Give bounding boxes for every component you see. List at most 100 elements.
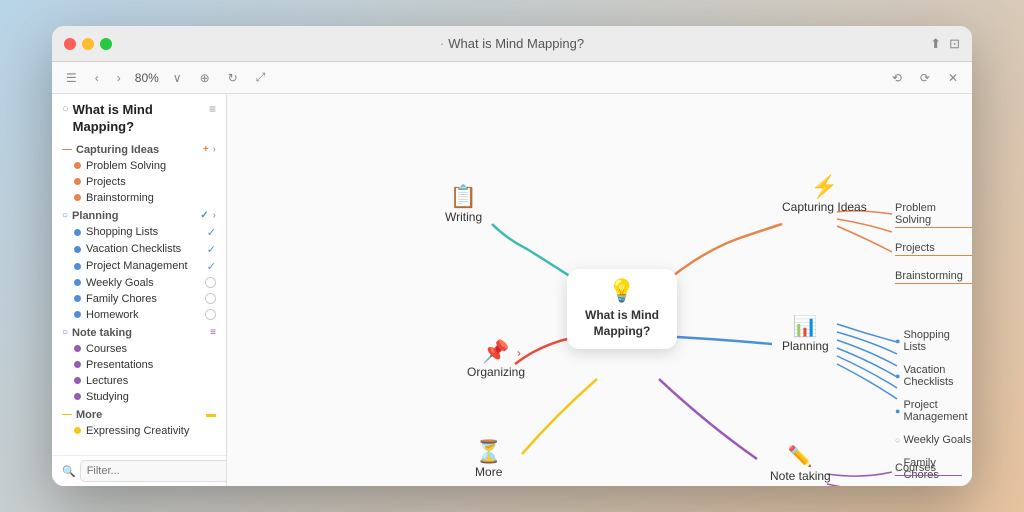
check-icon: ✓ [207, 260, 216, 273]
note-taking-icon: ✏️ [788, 444, 813, 469]
check-icon: ✓ [207, 226, 216, 239]
list-item[interactable]: Vacation Checklists ✓ [52, 241, 226, 258]
planning-label: Planning [782, 339, 829, 353]
add-page-button[interactable]: ⊕ [196, 69, 214, 87]
section-icon[interactable]: ≡ [210, 327, 216, 338]
list-item[interactable]: Presentations [52, 357, 226, 373]
canvas-area[interactable]: 💡 What is Mind Mapping? 📋 Writing ⚡ Capt… [227, 94, 972, 486]
section-collapse-icon[interactable]: ○ [62, 327, 68, 338]
sidebar-toggle-button[interactable]: ☰ [62, 69, 81, 87]
list-item[interactable]: Homework [52, 307, 226, 323]
section-add-icon[interactable]: + [203, 144, 209, 155]
list-item[interactable]: Problem Solving [52, 158, 226, 174]
circle-icon [205, 293, 216, 304]
section-planning: ○ Planning ✓ › [52, 206, 226, 224]
share-icon[interactable]: ⬆ [930, 36, 941, 52]
section-collapse-icon[interactable]: — [62, 409, 72, 420]
sidebar-title: What is Mind Mapping? [73, 102, 209, 136]
section-label-note-taking: Note taking [72, 327, 132, 339]
section-more-icon[interactable]: › [213, 210, 216, 221]
list-item[interactable]: Projects [52, 174, 226, 190]
list-item[interactable]: Project Management ✓ [52, 258, 226, 275]
sidebar: ○ What is Mind Mapping? ≡ — Capturing Id… [52, 94, 227, 486]
section-label-more: More [76, 409, 102, 421]
section-add-icon[interactable]: ✓ [200, 210, 208, 221]
note-taking-label: Note taking [770, 469, 831, 483]
forward-button[interactable]: › [113, 69, 125, 87]
traffic-lights [64, 38, 112, 50]
section-more: — More ▬ [52, 405, 226, 423]
minimize-button[interactable] [82, 38, 94, 50]
item-dot [74, 393, 81, 400]
item-label: Shopping Lists [86, 226, 158, 238]
leaf-item: Problem Solving [895, 202, 972, 228]
search-input[interactable] [80, 460, 227, 482]
item-label: Family Chores [86, 293, 157, 305]
section-more-icon[interactable]: › [213, 144, 216, 155]
redo-button[interactable]: ⟳ [916, 69, 934, 87]
item-dot [74, 311, 81, 318]
sidebar-footer: 🔍 ⊙ [52, 455, 226, 486]
refresh-button[interactable]: ↻ [224, 69, 242, 87]
item-label: Presentations [86, 359, 153, 371]
zoom-level: 80% [135, 71, 159, 85]
planning-dot: ● [895, 336, 900, 346]
sidebar-menu-icon[interactable]: ≡ [209, 102, 216, 116]
window-title: · What is Mind Mapping? [440, 36, 584, 51]
titlebar-actions: ⬆ ⊡ [930, 36, 960, 52]
item-dot [74, 427, 81, 434]
list-item[interactable]: Lectures [52, 373, 226, 389]
list-item[interactable]: Brainstorming [52, 190, 226, 206]
section-icon[interactable]: ▬ [206, 409, 216, 420]
capturing-label: Capturing Ideas [782, 200, 867, 214]
item-dot [74, 361, 81, 368]
list-item[interactable]: Studying [52, 389, 226, 405]
section-collapse-icon[interactable]: ○ [62, 210, 68, 221]
more-label: More [475, 465, 502, 479]
leaf-item: ● Vacation Checklists [895, 364, 972, 388]
leaf-item: ○ Weekly Goals [895, 434, 972, 446]
central-icon: 💡 [608, 278, 635, 304]
item-dot [74, 229, 81, 236]
sidebar-body: — Capturing Ideas + › Problem Solving Pr… [52, 140, 226, 455]
section-collapse-icon[interactable]: — [62, 144, 72, 155]
capturing-icon: ⚡ [811, 174, 838, 200]
close-map-button[interactable]: ✕ [944, 69, 962, 87]
item-label: Homework [86, 309, 139, 321]
toolbar: ☰ ‹ › 80% ∨ ⊕ ↻ ⤢ ⟲ ⟳ ✕ [52, 62, 972, 94]
back-button[interactable]: ‹ [91, 69, 103, 87]
list-item[interactable]: Weekly Goals [52, 275, 226, 291]
item-dot [74, 263, 81, 270]
close-button[interactable] [64, 38, 76, 50]
split-view-icon[interactable]: ⊡ [949, 36, 960, 52]
leaf-item: ● Project Management [895, 399, 972, 423]
leaf-group-notetaking: Courses Presentations Lectures Studying [895, 462, 962, 486]
item-label: Projects [86, 176, 126, 188]
maximize-button[interactable] [100, 38, 112, 50]
check-icon: ✓ [207, 243, 216, 256]
item-label: Weekly Goals [86, 277, 154, 289]
list-item[interactable]: Shopping Lists ✓ [52, 224, 226, 241]
leaf-item: ● Shopping Lists [895, 329, 972, 353]
expand-arrow[interactable]: › [517, 346, 521, 360]
list-item[interactable]: Courses [52, 341, 226, 357]
sidebar-collapse-icon[interactable]: ○ [62, 103, 69, 115]
item-label: Project Management [86, 260, 188, 272]
list-item[interactable]: Family Chores [52, 291, 226, 307]
item-dot [74, 279, 81, 286]
central-text: What is Mind Mapping? [567, 308, 677, 339]
item-dot [74, 377, 81, 384]
organizing-icon: 📌 [482, 339, 509, 365]
item-label: Vacation Checklists [86, 243, 181, 255]
title-prefix: · [440, 36, 444, 51]
undo-button[interactable]: ⟲ [888, 69, 906, 87]
search-icon: 🔍 [62, 465, 76, 478]
zoom-down-button[interactable]: ∨ [169, 69, 186, 87]
list-item[interactable]: Expressing Creativity [52, 423, 226, 439]
planning-dot: ● [895, 406, 900, 416]
circle-icon [205, 309, 216, 320]
main-content: ○ What is Mind Mapping? ≡ — Capturing Id… [52, 94, 972, 486]
expand-button[interactable]: ⤢ [252, 68, 270, 87]
section-capturing-ideas: — Capturing Ideas + › [52, 140, 226, 158]
writing-label: Writing [445, 210, 482, 224]
